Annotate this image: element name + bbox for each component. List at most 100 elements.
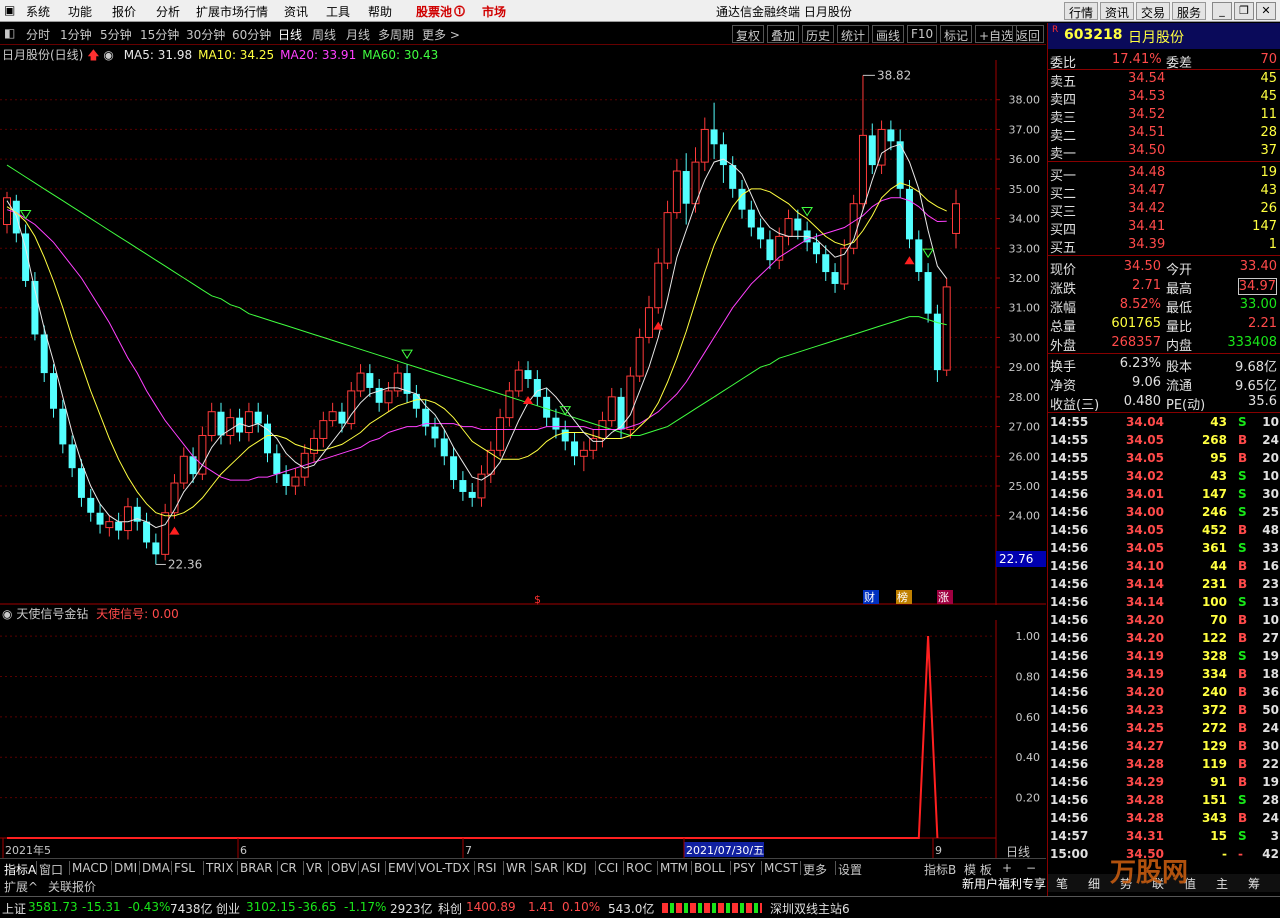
- tab-23[interactable]: MCST: [764, 861, 798, 875]
- info-label: 换手: [1050, 360, 1077, 375]
- new-user-promo[interactable]: 新用户福利专享: [962, 875, 1046, 892]
- panel-tab-0[interactable]: 笔: [1056, 875, 1068, 892]
- info-value: 6.23%: [1119, 356, 1161, 371]
- top-button-quote[interactable]: 行情: [1064, 2, 1099, 20]
- period-30min[interactable]: 30分钟: [186, 26, 225, 43]
- restore-icon[interactable]: ❐: [1234, 2, 1254, 20]
- tab-12[interactable]: EMV: [388, 861, 414, 875]
- period-1min[interactable]: 1分钟: [60, 26, 92, 43]
- tab-6[interactable]: TRIX: [206, 861, 233, 875]
- tab-10[interactable]: OBV: [331, 861, 357, 875]
- related-quote[interactable]: 关联报价: [48, 878, 96, 895]
- tab-9[interactable]: VR: [306, 861, 323, 875]
- period-more[interactable]: 更多 >: [422, 26, 460, 43]
- period-5min[interactable]: 5分钟: [100, 26, 132, 43]
- r-badge-icon: R: [1052, 25, 1059, 35]
- candle-body-89: [831, 272, 839, 284]
- candle-body-12: [115, 521, 123, 531]
- tab-2[interactable]: MACD: [72, 861, 108, 875]
- tick-price: 34.10: [1126, 559, 1164, 573]
- tab-17[interactable]: KDJ: [566, 861, 587, 875]
- tab-18[interactable]: CCI: [598, 861, 618, 875]
- period-monthly[interactable]: 月线: [346, 26, 370, 43]
- stock-code: 603218: [1064, 27, 1123, 43]
- tab-3[interactable]: DMI: [114, 861, 137, 875]
- menu-quote[interactable]: 报价: [112, 3, 136, 20]
- tick-volume: 119: [1201, 757, 1227, 771]
- candle-body-31: [291, 476, 300, 487]
- tool-draw[interactable]: 画线: [872, 25, 905, 43]
- extend-toggle[interactable]: 扩展^: [4, 878, 38, 895]
- close-icon[interactable]: ✕: [1256, 2, 1276, 20]
- menu-tools[interactable]: 工具: [326, 3, 350, 20]
- stat-label: 总量: [1050, 320, 1077, 335]
- tool-back[interactable]: 返回: [1012, 25, 1045, 43]
- sell-volume: 45: [1260, 89, 1277, 104]
- tick-time: 14:55: [1050, 433, 1089, 447]
- tick-side: B: [1238, 613, 1248, 627]
- tool-history[interactable]: 历史: [802, 25, 835, 43]
- tab-15[interactable]: WR: [506, 861, 526, 875]
- indicator-signal-value: 天使信号: 0.00: [96, 607, 179, 621]
- tab-11[interactable]: ASI: [361, 861, 380, 875]
- collapse-icon[interactable]: ◉: [2, 607, 12, 621]
- tick-count: 10: [1262, 415, 1279, 429]
- top-button-service[interactable]: 服务: [1172, 2, 1207, 20]
- tab-13[interactable]: VOL-TDX: [418, 861, 470, 875]
- tool-add-watchlist[interactable]: +自选: [975, 25, 1018, 43]
- y-tick-label-6: 32.00: [1009, 272, 1041, 285]
- toggle-panel-icon[interactable]: ◧: [4, 26, 15, 40]
- panel-tab-5[interactable]: 主: [1216, 875, 1228, 892]
- stat-label: 涨幅: [1050, 301, 1077, 316]
- top-button-trade[interactable]: 交易: [1136, 2, 1171, 20]
- minimize-icon[interactable]: _: [1212, 2, 1232, 20]
- panel-tab-1[interactable]: 细: [1088, 875, 1100, 892]
- panel-tab-6[interactable]: 筹: [1248, 875, 1260, 892]
- tab-22[interactable]: PSY: [733, 861, 755, 875]
- period-intraday[interactable]: 分时: [26, 26, 50, 43]
- market-breadth-bar: [662, 903, 762, 913]
- tab-14[interactable]: RSI: [477, 861, 497, 875]
- tab-5[interactable]: FSL: [174, 861, 195, 875]
- candle-body-48: [450, 456, 458, 481]
- tab-8[interactable]: CR: [280, 861, 297, 875]
- tab-20[interactable]: MTM: [660, 861, 688, 875]
- menu-stock-pool[interactable]: 股票池: [416, 3, 452, 20]
- tool-overlay[interactable]: 叠加: [767, 25, 800, 43]
- period-weekly[interactable]: 周线: [312, 26, 336, 43]
- menu-analysis[interactable]: 分析: [156, 3, 180, 20]
- candlestick-chart[interactable]: 38.00 37.00 36.00 35.00 34.00 33.00 32.00 31.00…: [0, 60, 1046, 605]
- tab-7[interactable]: BRAR: [240, 861, 273, 875]
- trade-tick-row: 14:56 34.01 147 S 30: [1048, 486, 1280, 504]
- tab-21[interactable]: BOLL: [694, 861, 725, 875]
- stat-value: 268357: [1111, 335, 1161, 350]
- period-daily[interactable]: 日线: [278, 26, 302, 43]
- tick-time: 14:56: [1050, 703, 1089, 717]
- period-multi[interactable]: 多周期: [378, 26, 414, 43]
- menu-system[interactable]: 系统: [26, 3, 50, 20]
- tab-19[interactable]: ROC: [626, 861, 652, 875]
- tab-4[interactable]: DMA: [142, 861, 170, 875]
- period-15min[interactable]: 15分钟: [140, 26, 179, 43]
- buy-volume: 43: [1260, 183, 1277, 198]
- menu-news[interactable]: 资讯: [284, 3, 308, 20]
- candle-body-41: [384, 390, 393, 404]
- tick-count: 36: [1262, 685, 1279, 699]
- top-button-news[interactable]: 资讯: [1100, 2, 1135, 20]
- period-60min[interactable]: 60分钟: [232, 26, 271, 43]
- tool-mark[interactable]: 标记: [940, 25, 973, 43]
- menu-extended-market[interactable]: 扩展市场行情: [196, 3, 268, 20]
- buy-price: 34.42: [1128, 201, 1166, 216]
- tick-time: 14:56: [1050, 649, 1089, 663]
- tool-stats[interactable]: 统计: [837, 25, 870, 43]
- signal-indicator-chart[interactable]: 1.00 0.80 0.60 0.40 0.20 2021年5 6 7 2021/07/30/五…: [0, 620, 1046, 858]
- tab-separator: [761, 861, 762, 875]
- menu-market[interactable]: 市场: [482, 3, 506, 20]
- tab-right-2[interactable]: +: [1002, 861, 1012, 875]
- tab-right-3[interactable]: −: [1026, 861, 1036, 875]
- menu-help[interactable]: 帮助: [368, 3, 392, 20]
- menu-function[interactable]: 功能: [68, 3, 92, 20]
- tool-f10[interactable]: F10: [907, 25, 938, 43]
- tool-restore-rights[interactable]: 复权: [732, 25, 765, 43]
- tab-16[interactable]: SAR: [534, 861, 558, 875]
